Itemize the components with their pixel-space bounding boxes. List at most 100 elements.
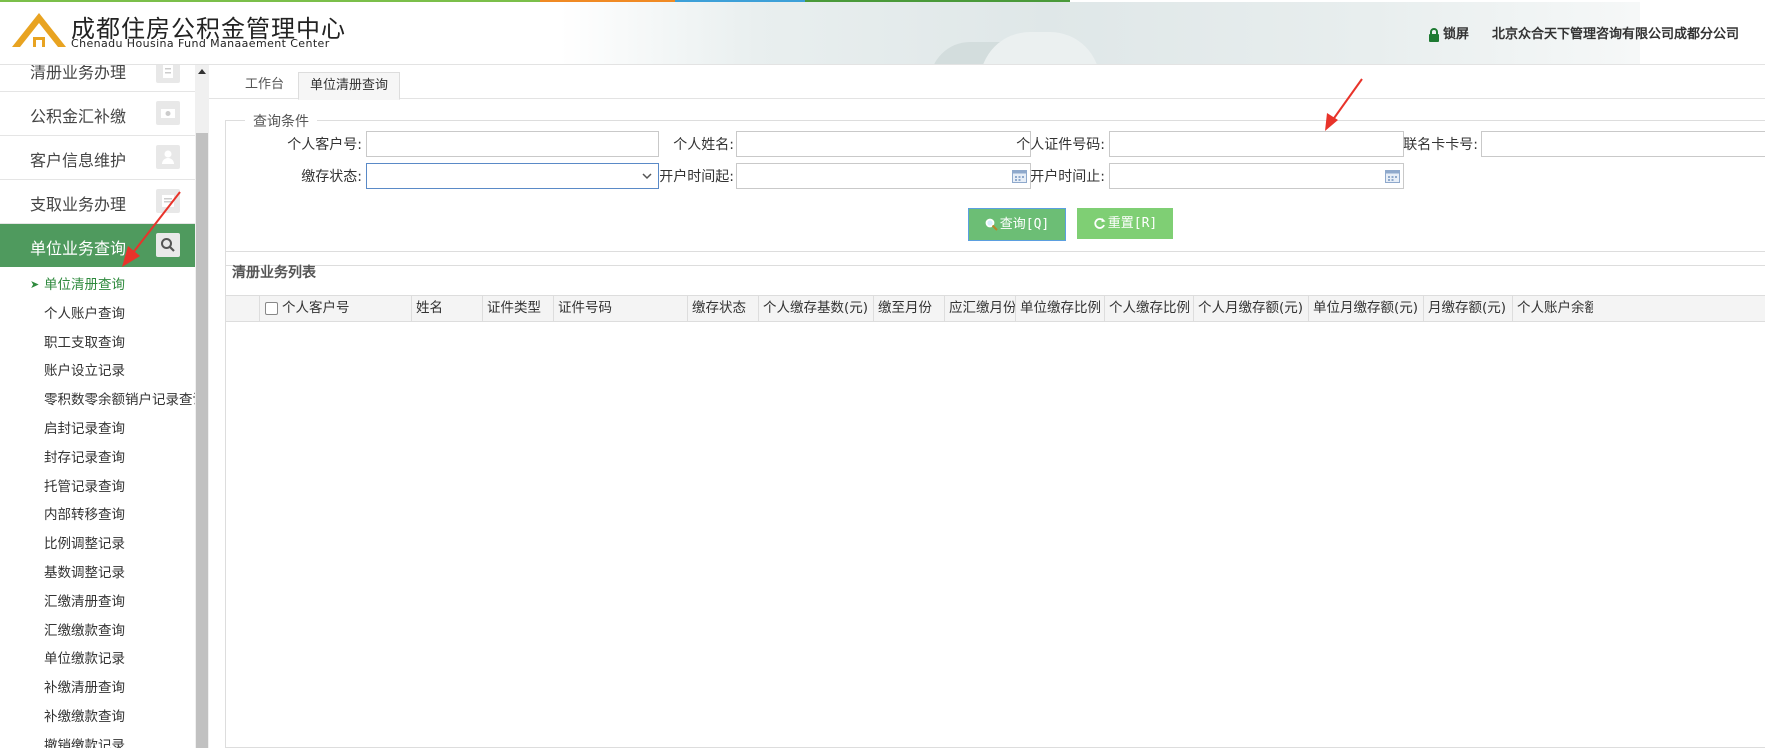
menu-item-kehuxinxi[interactable]: 客户信息维护 (0, 136, 195, 180)
company-name: 北京众合天下管理咨询有限公司成都分公司 (1492, 27, 1740, 42)
scrollbar-thumb[interactable] (196, 133, 208, 748)
scroll-up-arrow-icon[interactable] (198, 69, 206, 74)
name-input[interactable] (736, 131, 1031, 157)
roster-grid: 清册业务列表 个人客户号 姓名 证件类型 证件号码 缴存状态 个人缴存基数(元)… (225, 251, 1765, 748)
open-to-label: 开户时间止: (1030, 169, 1105, 185)
column-header[interactable]: 证件类型 (483, 296, 554, 321)
column-header[interactable]: 缴存状态 (688, 296, 759, 321)
select-all-checkbox[interactable] (265, 302, 278, 315)
submenu-item[interactable]: 撤销缴款记录 (0, 732, 195, 748)
submenu-item-active[interactable]: ➤ 单位清册查询 (0, 271, 195, 300)
submenu-item[interactable]: 个人账户查询 (0, 300, 195, 329)
menu-item-zhiqu[interactable]: 支取业务办理 (0, 180, 195, 224)
submenu-item-label: 账户设立记录 (44, 363, 125, 380)
menu-item-label: 客户信息维护 (30, 151, 127, 170)
submenu-item-label: 汇缴清册查询 (44, 593, 125, 610)
sidebar: 清册业务办理 公积金汇补缴 客户信息维护 支取业务办理 单位业务查询 ➤ 单位清册… (0, 65, 196, 748)
submenu-item[interactable]: 托管记录查询 (0, 473, 195, 502)
submenu-item[interactable]: 补缴缴款查询 (0, 703, 195, 732)
query-button-label: 查询[Q] (999, 217, 1050, 232)
query-button[interactable]: 查询[Q] (968, 208, 1066, 241)
submenu-item[interactable]: 启封记录查询 (0, 415, 195, 444)
card-no-label: 联名卡卡号: (1403, 137, 1478, 153)
column-header[interactable]: 个人缴存基数(元) (759, 296, 874, 321)
submenu-item-label: 单位缴款记录 (44, 651, 125, 668)
lock-icon (1429, 27, 1439, 42)
query-form: 查询条件 个人客户号: 个人姓名: 个人证件号码: 联名卡卡号: 缴存状态: 开… (225, 111, 1765, 266)
reset-button-label: 重置[R] (1107, 216, 1158, 231)
menu-item-danweichaxun[interactable]: 单位业务查询 (0, 224, 195, 267)
submenu-item[interactable]: 基数调整记录 (0, 559, 195, 588)
document-icon (156, 65, 180, 83)
logo-icon (12, 13, 66, 47)
submenu-item-label: 基数调整记录 (44, 564, 125, 581)
column-header[interactable]: 应汇缴月份 (945, 296, 1016, 321)
open-to-date-input[interactable] (1109, 163, 1404, 189)
sidebar-scrollbar[interactable] (195, 65, 209, 748)
submenu-item[interactable]: 职工支取查询 (0, 329, 195, 358)
user-icon (156, 145, 180, 169)
open-from-label: 开户时间起: (659, 169, 734, 185)
submenu-item-label: 内部转移查询 (44, 507, 125, 524)
menu-item-label: 清册业务办理 (30, 65, 127, 82)
submenu-item[interactable]: 单位缴款记录 (0, 645, 195, 674)
submenu-item[interactable]: 汇缴清册查询 (0, 588, 195, 617)
open-from-date-input[interactable] (736, 163, 1031, 189)
submenu-item-label: 零积数零余额销户记录查询 (44, 392, 196, 409)
submenu-item[interactable]: 零积数零余额销户记录查询 (0, 386, 195, 415)
status-label: 缴存状态: (301, 169, 362, 185)
submenu-item[interactable]: 账户设立记录 (0, 357, 195, 386)
tab-bar: 工作台 单位清册查询 (209, 65, 1765, 100)
column-header[interactable]: 月缴存额(元) (1424, 296, 1513, 321)
submenu-item[interactable]: 汇缴缴款查询 (0, 617, 195, 646)
list-icon (156, 189, 180, 213)
column-header[interactable]: 个人客户号 (278, 296, 412, 321)
submenu-item-label: 汇缴缴款查询 (44, 622, 125, 639)
header-banner-image (560, 2, 1640, 64)
app-header: 成都住房公积金管理中心 Chenadu Housina Fund Manaaem… (0, 0, 1765, 65)
column-header[interactable]: 个人缴存比例 (1105, 296, 1194, 321)
submenu-item[interactable]: 封存记录查询 (0, 444, 195, 473)
personal-no-input[interactable] (366, 131, 659, 157)
tab-unit-roster-query[interactable]: 单位清册查询 (298, 72, 401, 100)
column-header[interactable]: 个人账户余额 (1513, 296, 1593, 321)
column-header[interactable]: 证件号码 (554, 296, 688, 321)
main-content: 工作台 单位清册查询 查询条件 个人客户号: 个人姓名: 个人证件号码: 联名卡… (209, 65, 1765, 748)
submenu-item[interactable]: 比例调整记录 (0, 530, 195, 559)
column-header[interactable]: 姓名 (412, 296, 483, 321)
submenu-item[interactable]: 内部转移查询 (0, 501, 195, 530)
submenu-item-label: 职工支取查询 (44, 334, 125, 351)
card-no-input[interactable] (1481, 131, 1765, 157)
submenu: ➤ 单位清册查询 个人账户查询 职工支取查询 账户设立记录 零积数零余额销户记录查… (0, 267, 195, 748)
logo-title-en: Chenadu Housina Fund Manaaement Center (71, 37, 330, 50)
column-header[interactable]: 个人月缴存额(元) (1194, 296, 1309, 321)
column-header[interactable]: 单位月缴存额(元) (1309, 296, 1424, 321)
tab-workbench[interactable]: 工作台 (234, 72, 295, 98)
grid-title: 清册业务列表 (232, 265, 316, 281)
lock-screen-button[interactable]: 锁屏 (1428, 23, 1469, 42)
submenu-item-label: 托管记录查询 (44, 478, 125, 495)
column-header[interactable]: 单位缴存比例 (1016, 296, 1105, 321)
submenu-item-label: 补缴缴款查询 (44, 708, 125, 725)
submenu-item[interactable]: 补缴清册查询 (0, 674, 195, 703)
menu-item-qingce[interactable]: 清册业务办理 (0, 65, 195, 92)
search-icon (985, 218, 998, 231)
name-label: 个人姓名: (673, 137, 734, 153)
row-number-header (226, 296, 260, 321)
reset-button[interactable]: 重置[R] (1077, 208, 1173, 239)
submenu-item-label: 撤销缴款记录 (44, 737, 125, 748)
money-icon (156, 101, 180, 125)
id-no-input[interactable] (1109, 131, 1404, 157)
menu-item-huibujiao[interactable]: 公积金汇补缴 (0, 92, 195, 136)
status-select[interactable] (366, 163, 659, 189)
menu-item-label: 支取业务办理 (30, 195, 127, 214)
column-header[interactable]: 缴至月份 (874, 296, 945, 321)
personal-no-label: 个人客户号: (287, 137, 362, 153)
submenu-item-label: 个人账户查询 (44, 305, 125, 322)
calendar-icon[interactable] (1385, 170, 1400, 183)
grid-header-row: 个人客户号 姓名 证件类型 证件号码 缴存状态 个人缴存基数(元) 缴至月份 应… (226, 295, 1765, 322)
submenu-item-label: 补缴清册查询 (44, 680, 125, 697)
search-icon (156, 233, 180, 257)
refresh-icon (1094, 218, 1106, 229)
query-legend: 查询条件 (245, 111, 317, 131)
